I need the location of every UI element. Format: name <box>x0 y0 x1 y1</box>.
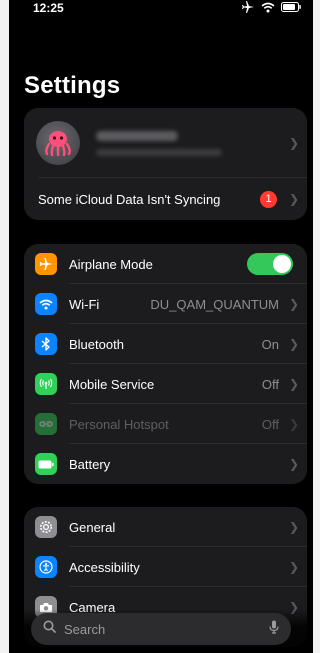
wifi-label: Wi-Fi <box>69 296 100 312</box>
wifi-row[interactable]: Wi-Fi DU_QAM_QUANTUM ❯ <box>24 284 307 324</box>
search-bar-area: Search <box>9 609 313 653</box>
settings-screen: 12:25 Settings ❯ Some iCloud Data Isn't … <box>9 0 313 653</box>
battery-row[interactable]: Battery ❯ <box>24 444 307 484</box>
wifi-network-value: DU_QAM_QUANTUM <box>150 296 279 312</box>
search-icon <box>43 620 56 638</box>
general-label: General <box>69 519 116 535</box>
search-input[interactable]: Search <box>31 613 291 645</box>
personal-hotspot-label: Personal Hotspot <box>69 416 169 432</box>
personal-hotspot-row: Personal Hotspot Off ❯ <box>24 404 307 444</box>
status-time: 12:25 <box>33 1 64 15</box>
chevron-right-icon: ❯ <box>288 560 299 574</box>
connectivity-group: Airplane Mode Wi-Fi DU_QAM_QUANTUM ❯ Blu… <box>24 244 307 484</box>
account-name-redacted <box>96 130 178 141</box>
accessibility-icon <box>35 556 57 578</box>
wifi-icon <box>261 2 275 13</box>
accessibility-label: Accessibility <box>69 559 140 575</box>
mobile-service-value: Off <box>261 376 279 392</box>
chevron-right-icon: ❯ <box>288 377 299 391</box>
page-title: Settings <box>24 72 121 99</box>
account-group: ❯ Some iCloud Data Isn't Syncing 1 ❯ <box>24 108 307 220</box>
status-icons <box>241 1 301 13</box>
wifi-icon <box>35 293 57 315</box>
notification-badge: 1 <box>260 190 277 208</box>
battery-icon <box>35 453 57 475</box>
status-bar: 12:25 <box>9 0 313 18</box>
chevron-right-icon: ❯ <box>288 136 299 150</box>
airplane-icon <box>241 1 255 13</box>
battery-label: Battery <box>69 456 111 472</box>
chevron-right-icon: ❯ <box>288 417 299 431</box>
personal-hotspot-value: Off <box>261 416 279 432</box>
chevron-right-icon: ❯ <box>288 457 299 471</box>
general-row[interactable]: General ❯ <box>24 507 307 547</box>
antenna-icon <box>35 373 57 395</box>
mobile-service-label: Mobile Service <box>69 376 155 392</box>
account-subtitle-redacted <box>96 148 222 156</box>
toggle-knob <box>273 255 291 273</box>
hotspot-icon <box>35 413 57 435</box>
battery-icon <box>281 2 301 12</box>
icloud-sync-warning-row[interactable]: Some iCloud Data Isn't Syncing 1 ❯ <box>24 178 307 220</box>
airplane-icon <box>35 253 57 275</box>
chevron-right-icon: ❯ <box>288 337 299 351</box>
gear-icon <box>35 516 57 538</box>
chevron-right-icon: ❯ <box>288 192 299 206</box>
airplane-mode-toggle[interactable] <box>247 253 293 275</box>
microphone-icon[interactable] <box>269 620 279 639</box>
airplane-mode-row[interactable]: Airplane Mode <box>24 244 307 284</box>
bluetooth-row[interactable]: Bluetooth On ❯ <box>24 324 307 364</box>
bluetooth-label: Bluetooth <box>69 336 124 352</box>
airplane-mode-label: Airplane Mode <box>69 256 153 272</box>
search-placeholder: Search <box>64 621 106 637</box>
avatar <box>36 121 80 165</box>
accessibility-row[interactable]: Accessibility ❯ <box>24 547 307 587</box>
account-info-redacted <box>96 130 285 156</box>
sync-warning-label: Some iCloud Data Isn't Syncing <box>38 191 221 207</box>
bluetooth-value: On <box>261 336 279 352</box>
mobile-service-row[interactable]: Mobile Service Off ❯ <box>24 364 307 404</box>
chevron-right-icon: ❯ <box>288 297 299 311</box>
chevron-right-icon: ❯ <box>288 520 299 534</box>
apple-account-row[interactable]: ❯ <box>24 108 307 178</box>
octopus-icon <box>45 131 71 156</box>
bluetooth-icon <box>35 333 57 355</box>
